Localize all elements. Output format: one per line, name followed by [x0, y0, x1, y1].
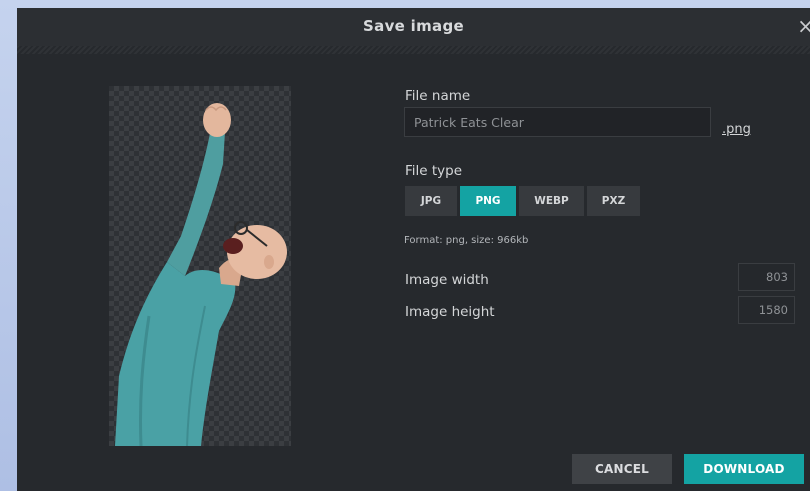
file-extension-link[interactable]: .png: [722, 122, 751, 137]
type-pxz-button[interactable]: PXZ: [587, 186, 640, 216]
type-webp-button[interactable]: WEBP: [519, 186, 584, 216]
file-type-label: File type: [405, 163, 463, 179]
cancel-button[interactable]: CANCEL: [572, 454, 672, 484]
person-cutout-image: [115, 103, 287, 446]
download-button[interactable]: DOWNLOAD: [684, 454, 804, 484]
save-image-dialog: Save image × File name .p: [17, 8, 810, 491]
image-width-label: Image width: [405, 272, 489, 288]
image-width-field[interactable]: 803: [738, 263, 795, 291]
file-name-label: File name: [405, 88, 471, 104]
image-preview: [109, 86, 291, 446]
format-info: Format: png, size: 966kb: [404, 235, 529, 246]
image-height-label: Image height: [405, 304, 495, 320]
dialog-titlebar: Save image ×: [17, 8, 810, 46]
dialog-title: Save image: [363, 17, 464, 35]
image-height-field[interactable]: 1580: [738, 296, 795, 324]
close-icon[interactable]: ×: [797, 14, 810, 38]
file-name-input[interactable]: [404, 107, 711, 137]
title-divider: [17, 46, 810, 54]
type-jpg-button[interactable]: JPG: [405, 186, 457, 216]
type-png-button[interactable]: PNG: [460, 186, 516, 216]
